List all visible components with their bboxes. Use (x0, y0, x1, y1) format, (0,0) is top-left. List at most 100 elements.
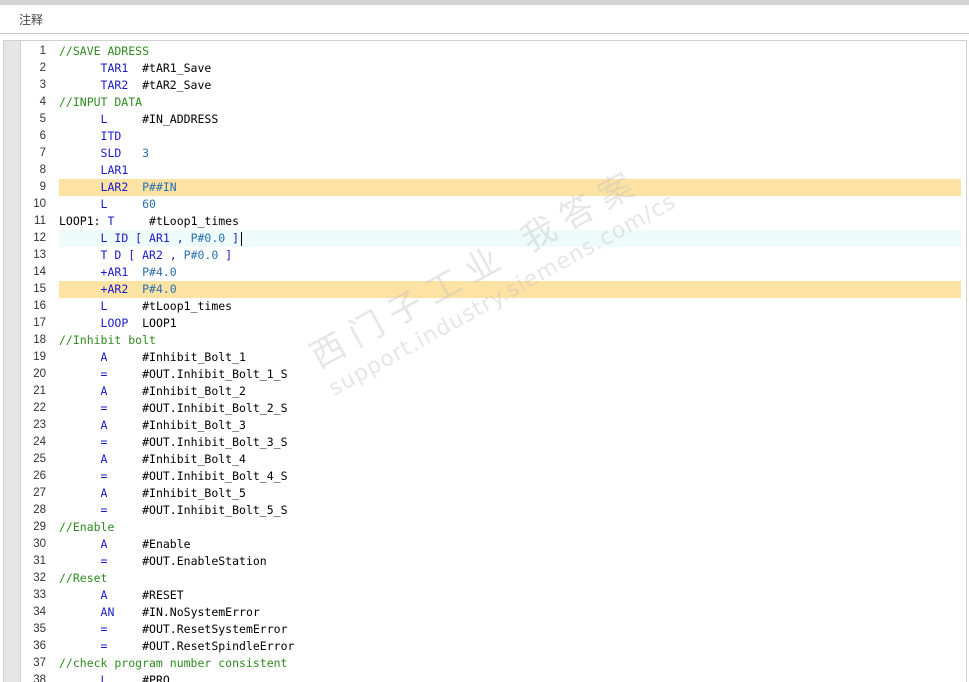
code-text[interactable]: = #OUT.Inhibit_Bolt_5_S (59, 502, 961, 519)
code-line[interactable]: 34 AN #IN.NoSystemError (4, 604, 966, 621)
code-line[interactable]: 22 = #OUT.Inhibit_Bolt_2_S (4, 400, 966, 417)
code-text[interactable]: L #tLoop1_times (59, 298, 961, 315)
line-number: 11 (34, 215, 46, 227)
code-line[interactable]: 9 LAR2 P##IN (4, 179, 966, 196)
code-text[interactable]: L ID [ AR1 , P#0.0 ] (59, 230, 961, 247)
code-token-txt: #tAR2_Save (128, 78, 212, 92)
code-token-kw: TAR2 (100, 78, 129, 92)
code-text[interactable]: = #OUT.ResetSpindleError (59, 638, 961, 655)
code-token-lit: P#0.0 (183, 248, 219, 262)
code-text[interactable]: = #OUT.EnableStation (59, 553, 961, 570)
code-line[interactable]: 2 TAR1 #tAR1_Save (4, 60, 966, 77)
code-line[interactable]: 29 //Enable (4, 519, 966, 536)
code-token-lit: P#4.0 (142, 265, 177, 279)
code-token-txt: #OUT.Inhibit_Bolt_2_S (107, 401, 288, 415)
code-line[interactable]: 26 = #OUT.Inhibit_Bolt_4_S (4, 468, 966, 485)
code-line[interactable]: 13 T D [ AR2 , P#0.0 ] (4, 247, 966, 264)
code-line[interactable]: 10 L 60 (4, 196, 966, 213)
code-line[interactable]: 17 LOOP LOOP1 (4, 315, 966, 332)
code-text[interactable]: L 60 (59, 196, 961, 213)
code-line[interactable]: 15 +AR2 P#4.0 (4, 281, 966, 298)
line-number: 37 (33, 657, 46, 669)
code-text[interactable]: T D [ AR2 , P#0.0 ] (59, 247, 961, 264)
code-line[interactable]: 30 A #Enable (4, 536, 966, 553)
code-text[interactable]: L #IN_ADDRESS (59, 111, 961, 128)
code-text[interactable]: //INPUT DATA (59, 94, 961, 111)
highlighted-code-text[interactable]: LAR2 P##IN (59, 179, 961, 196)
code-text[interactable]: A #Inhibit_Bolt_2 (59, 383, 961, 400)
code-text[interactable]: LAR1 (59, 162, 961, 179)
code-line[interactable]: 16 L #tLoop1_times (4, 298, 966, 315)
code-line[interactable]: 32 //Reset (4, 570, 966, 587)
code-line[interactable]: 7 SLD 3 (4, 145, 966, 162)
code-token-lit: P#4.0 (142, 282, 177, 296)
code-line[interactable]: 23 A #Inhibit_Bolt_3 (4, 417, 966, 434)
code-line[interactable]: 37 //check program number consistent (4, 655, 966, 672)
comment-bar[interactable]: 注释 (0, 5, 969, 34)
code-line[interactable]: 33 A #RESET (4, 587, 966, 604)
line-number: 16 (33, 300, 46, 312)
code-token-txt: #OUT.ResetSpindleError (107, 639, 295, 653)
line-number: 33 (33, 589, 46, 601)
code-line[interactable]: 6 ITD (4, 128, 966, 145)
code-line[interactable]: 21 A #Inhibit_Bolt_2 (4, 383, 966, 400)
code-line[interactable]: 19 A #Inhibit_Bolt_1 (4, 349, 966, 366)
code-text[interactable]: TAR2 #tAR2_Save (59, 77, 961, 94)
code-text[interactable]: //check program number consistent (59, 655, 961, 672)
code-line[interactable]: 12 L ID [ AR1 , P#0.0 ] (4, 230, 966, 247)
code-line[interactable]: 1 //SAVE ADRESS (4, 43, 966, 60)
code-token-txt: #tLoop1_times (114, 214, 240, 228)
code-text[interactable]: ITD (59, 128, 961, 145)
code-line[interactable]: 28 = #OUT.Inhibit_Bolt_5_S (4, 502, 966, 519)
code-text[interactable]: = #OUT.Inhibit_Bolt_2_S (59, 400, 961, 417)
code-line[interactable]: 31 = #OUT.EnableStation (4, 553, 966, 570)
highlighted-code-text[interactable]: +AR2 P#4.0 (59, 281, 961, 298)
code-line[interactable]: 4 //INPUT DATA (4, 94, 966, 111)
code-text[interactable]: = #OUT.Inhibit_Bolt_1_S (59, 366, 961, 383)
code-text[interactable]: A #Inhibit_Bolt_5 (59, 485, 961, 502)
code-line[interactable]: 8 LAR1 (4, 162, 966, 179)
code-text[interactable]: = #OUT.ResetSystemError (59, 621, 961, 638)
code-text[interactable]: A #Enable (59, 536, 961, 553)
code-token-kw: T D [ (100, 248, 143, 262)
code-text[interactable]: A #Inhibit_Bolt_4 (59, 451, 961, 468)
code-line[interactable]: 3 TAR2 #tAR2_Save (4, 77, 966, 94)
code-text[interactable]: A #RESET (59, 587, 961, 604)
code-line[interactable]: 18 //Inhibit bolt (4, 332, 966, 349)
code-token-kw: AR1 (149, 231, 170, 245)
code-text[interactable]: = #OUT.Inhibit_Bolt_3_S (59, 434, 961, 451)
code-text[interactable]: +AR1 P#4.0 (59, 264, 961, 281)
code-line[interactable]: 35 = #OUT.ResetSystemError (4, 621, 966, 638)
code-line[interactable]: 27 A #Inhibit_Bolt_5 (4, 485, 966, 502)
code-line[interactable]: 5 L #IN_ADDRESS (4, 111, 966, 128)
code-text[interactable]: A #Inhibit_Bolt_3 (59, 417, 961, 434)
code-text[interactable]: //Inhibit bolt (59, 332, 961, 349)
code-line[interactable]: 24 = #OUT.Inhibit_Bolt_3_S (4, 434, 966, 451)
code-editor[interactable]: 1//SAVE ADRESS 2 TAR1 #tAR1_Save 3 TAR2 #t… (3, 40, 967, 682)
code-text[interactable]: LOOP1: T #tLoop1_times (59, 213, 961, 230)
code-token-kw: AN (100, 605, 115, 619)
code-text[interactable]: TAR1 #tAR1_Save (59, 60, 961, 77)
code-text[interactable]: = #OUT.Inhibit_Bolt_4_S (59, 468, 961, 485)
code-line[interactable]: 36 = #OUT.ResetSpindleError (4, 638, 966, 655)
code-token-comment: //Reset (59, 571, 108, 585)
code-line[interactable]: 11 LOOP1: T #tLoop1_times (4, 213, 966, 230)
line-number: 26 (33, 470, 46, 482)
code-line[interactable]: 14 +AR1 P#4.0 (4, 264, 966, 281)
code-text[interactable]: SLD 3 (59, 145, 961, 162)
code-text[interactable]: //Reset (59, 570, 961, 587)
code-line[interactable]: 25 A #Inhibit_Bolt_4 (4, 451, 966, 468)
code-text[interactable]: LOOP LOOP1 (59, 315, 961, 332)
code-text[interactable]: //SAVE ADRESS (59, 43, 961, 60)
code-text[interactable]: A #Inhibit_Bolt_1 (59, 349, 961, 366)
code-text[interactable]: AN #IN.NoSystemError (59, 604, 961, 621)
comment-label: 注释 (19, 13, 44, 27)
code-text[interactable]: //Enable (59, 519, 961, 536)
code-line[interactable]: 20 = #OUT.Inhibit_Bolt_1_S (4, 366, 966, 383)
